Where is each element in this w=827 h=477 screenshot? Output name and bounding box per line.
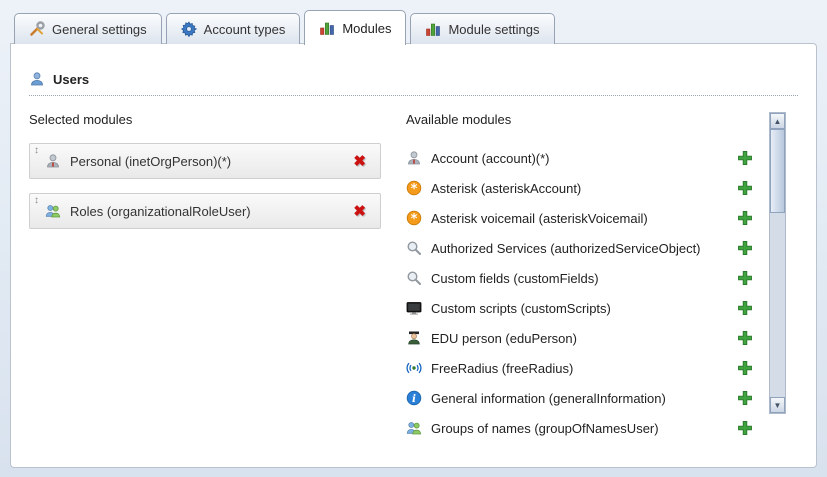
available-module-label: Custom fields (customFields) (431, 271, 737, 286)
add-module-icon[interactable] (737, 360, 753, 376)
selected-module-label: Roles (organizationalRoleUser) (70, 204, 353, 219)
tab-label: Modules (342, 21, 391, 36)
available-module-label: Account (account)(*) (431, 151, 737, 166)
graduate-icon (406, 330, 422, 346)
section-header: Users (29, 71, 798, 96)
svg-text:*: * (411, 212, 418, 226)
remove-module-icon[interactable]: ✖ (353, 152, 366, 170)
tools-icon (29, 21, 45, 37)
asterisk-icon: * (406, 210, 422, 226)
add-module-icon[interactable] (737, 210, 753, 226)
asterisk-icon: * (406, 180, 422, 196)
module-settings-icon (425, 21, 441, 37)
available-module-label: Asterisk (asteriskAccount) (431, 181, 737, 196)
selected-module-label: Personal (inetOrgPerson)(*) (70, 154, 353, 169)
available-module-row: Authorized Services (authorizedServiceOb… (406, 233, 761, 263)
add-module-icon[interactable] (737, 300, 753, 316)
add-module-icon[interactable] (737, 150, 753, 166)
tab-account-types[interactable]: Account types (166, 13, 301, 44)
available-module-label: Groups of names (groupOfNamesUser) (431, 421, 737, 436)
scrollbar-track[interactable] (770, 129, 785, 397)
available-module-row: Custom scripts (customScripts) (406, 293, 761, 323)
selected-module-row: ↕ Roles (organizationalRoleUser) ✖ (29, 193, 381, 229)
tab-label: General settings (52, 22, 147, 37)
radio-waves-icon (406, 360, 422, 376)
available-module-label: FreeRadius (freeRadius) (431, 361, 737, 376)
tab-label: Module settings (448, 22, 539, 37)
available-module-label: Custom scripts (customScripts) (431, 301, 737, 316)
available-module-label: Asterisk voicemail (asteriskVoicemail) (431, 211, 737, 226)
available-modules-column: Available modules Account (account)(*) *… (406, 112, 786, 443)
info-icon: i (406, 390, 422, 406)
modules-icon (319, 20, 335, 36)
add-module-icon[interactable] (737, 420, 753, 436)
available-module-row: EDU person (eduPerson) (406, 323, 761, 353)
tab-module-settings[interactable]: Module settings (410, 13, 554, 44)
tab-bar: General settings Account types Modules M… (14, 9, 813, 44)
scroll-up-button[interactable]: ▲ (770, 113, 785, 129)
add-module-icon[interactable] (737, 330, 753, 346)
tab-label: Account types (204, 22, 286, 37)
person-icon (406, 150, 422, 166)
available-module-row: Custom fields (customFields) (406, 263, 761, 293)
tab-general-settings[interactable]: General settings (14, 13, 162, 44)
available-module-label: Authorized Services (authorizedServiceOb… (431, 241, 737, 256)
available-module-row: * Asterisk (asteriskAccount) (406, 173, 761, 203)
add-module-icon[interactable] (737, 390, 753, 406)
available-module-row: Groups of names (groupOfNamesUser) (406, 413, 761, 443)
group-icon (45, 203, 61, 219)
svg-text:*: * (411, 182, 418, 196)
user-icon (29, 71, 45, 87)
section-title: Users (53, 72, 89, 87)
svg-text:i: i (412, 393, 416, 405)
group-icon (406, 420, 422, 436)
gear-icon (181, 21, 197, 37)
scrollbar[interactable]: ▲ ▼ (769, 112, 786, 414)
add-module-icon[interactable] (737, 240, 753, 256)
available-modules-list: Available modules Account (account)(*) *… (406, 112, 761, 443)
person-icon (45, 153, 61, 169)
drag-handle-icon[interactable]: ↕ (34, 146, 39, 156)
selected-module-row: ↕ Personal (inetOrgPerson)(*) ✖ (29, 143, 381, 179)
drag-handle-icon[interactable]: ↕ (34, 196, 39, 206)
modules-columns: Selected modules ↕ Personal (inetOrgPers… (29, 112, 816, 443)
available-module-row: Account (account)(*) (406, 143, 761, 173)
available-module-row: i General information (generalInformatio… (406, 383, 761, 413)
content-panel: Users Selected modules ↕ Personal (inetO… (10, 43, 817, 468)
available-module-row: * Asterisk voicemail (asteriskVoicemail) (406, 203, 761, 233)
available-module-row: FreeRadius (freeRadius) (406, 353, 761, 383)
magnifier-icon (406, 270, 422, 286)
available-modules-heading: Available modules (406, 112, 761, 127)
add-module-icon[interactable] (737, 270, 753, 286)
scrollbar-thumb[interactable] (770, 129, 785, 213)
terminal-icon (406, 300, 422, 316)
remove-module-icon[interactable]: ✖ (353, 202, 366, 220)
scroll-down-button[interactable]: ▼ (770, 397, 785, 413)
magnifier-icon (406, 240, 422, 256)
add-module-icon[interactable] (737, 180, 753, 196)
selected-modules-column: Selected modules ↕ Personal (inetOrgPers… (29, 112, 381, 443)
available-module-label: EDU person (eduPerson) (431, 331, 737, 346)
available-module-label: General information (generalInformation) (431, 391, 737, 406)
selected-modules-heading: Selected modules (29, 112, 381, 127)
tab-modules[interactable]: Modules (304, 10, 406, 45)
